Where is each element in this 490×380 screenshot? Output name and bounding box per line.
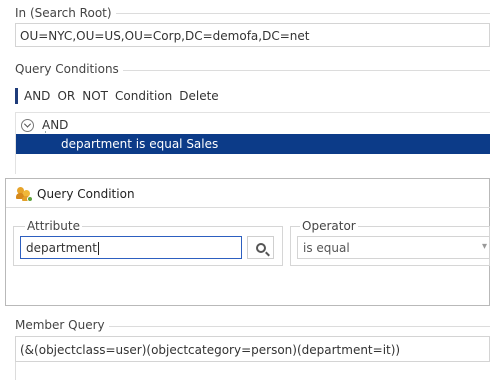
search-root-label: In (Search Root) (15, 6, 116, 20)
tree-node-and[interactable]: AND (21, 118, 68, 132)
dialog-header-divider (6, 207, 490, 208)
member-query-label: Member Query (15, 318, 109, 332)
attribute-label: Attribute (25, 219, 82, 233)
or-button[interactable]: OR (57, 89, 75, 103)
tree-node-selected-condition[interactable]: department is equal Sales (16, 134, 490, 154)
query-conditions-label: Query Conditions (15, 62, 123, 76)
condition-button[interactable]: Condition (115, 89, 172, 103)
chevron-down-icon: ▾ (481, 241, 487, 252)
member-query-field[interactable]: (&(objectclass=user)(objectcategory=pers… (15, 336, 490, 362)
and-button[interactable]: AND (24, 89, 50, 103)
query-toolbar: AND OR NOT Condition Delete (15, 87, 226, 105)
tree-node-and-label: AND (42, 118, 69, 132)
selected-condition-label: department is equal Sales (61, 137, 219, 151)
delete-button[interactable]: Delete (179, 89, 218, 103)
toolbar-accent (15, 88, 18, 104)
search-icon (255, 242, 266, 253)
attribute-search-button[interactable] (247, 236, 274, 259)
attribute-value: department (26, 241, 97, 255)
text-caret (98, 242, 99, 255)
dialog-title: Query Condition (37, 187, 135, 201)
collapse-circle-icon[interactable] (21, 118, 34, 132)
users-icon (16, 187, 33, 202)
search-root-field[interactable]: OU=NYC,OU=US,OU=Corp,DC=demofa,DC=net (15, 23, 490, 47)
operator-select[interactable]: is equal ▾ (297, 236, 490, 259)
attribute-input[interactable]: department (20, 236, 242, 259)
not-button[interactable]: NOT (82, 89, 108, 103)
operator-label: Operator (300, 219, 358, 233)
conditions-tree[interactable]: AND department is equal Sales (15, 112, 490, 174)
member-query-left-border (15, 362, 16, 380)
dialog-header: Query Condition (6, 179, 489, 209)
operator-value: is equal (303, 241, 350, 255)
